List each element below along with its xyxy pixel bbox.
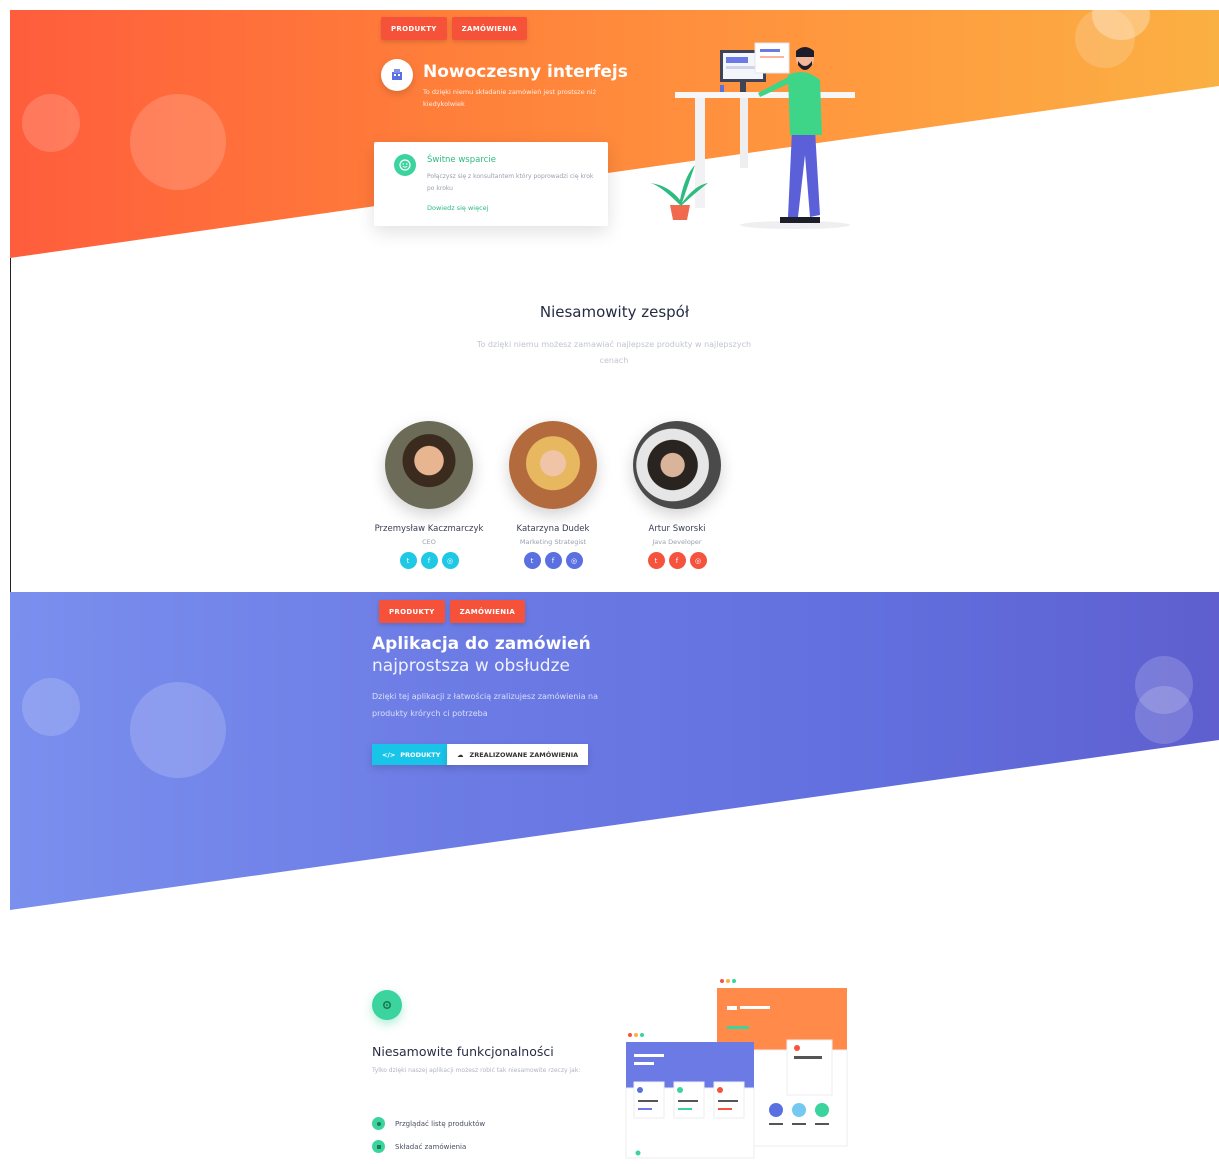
- hero-section-blue: PRODUKTY ZAMÓWIENIA Aplikacja do zamówie…: [10, 592, 1219, 1164]
- desk-person-illustration: [650, 42, 855, 229]
- feature-label: Składać zamówienia: [395, 1142, 467, 1151]
- avatar: [509, 421, 597, 509]
- support-card-title: Świtne wsparcie: [427, 155, 496, 165]
- feature-list-item: Przglądać listę produktów: [372, 1117, 485, 1130]
- team-member-card: Przemysław Kaczmarczyk CEO t f ◎: [369, 421, 489, 569]
- feature-list-item: Składać zamówienia: [372, 1140, 466, 1153]
- cloud-icon: ☁: [457, 750, 464, 759]
- avatar: [633, 421, 721, 509]
- completed-orders-button[interactable]: ☁ ZREALIZOWANE ZAMÓWIENIA: [447, 744, 589, 765]
- smile-icon: [394, 154, 416, 176]
- twitter-icon[interactable]: t: [399, 552, 417, 569]
- top-tabs: PRODUKTY ZAMÓWIENIA: [381, 17, 528, 40]
- building-icon: [381, 59, 413, 91]
- tab-products[interactable]: PRODUKTY: [379, 600, 445, 623]
- social-links: t f ◎: [369, 552, 489, 569]
- app-description: Dzięki tej aplikacji z łatwością zralizu…: [372, 692, 599, 718]
- hero-subtitle: To dzięki niemu składanie zamówień jest …: [423, 88, 596, 108]
- team-member-card: Artur Sworski Java Developer t f ◎: [617, 421, 737, 569]
- social-links: t f ◎: [493, 552, 613, 569]
- member-name: Katarzyna Dudek: [516, 524, 590, 534]
- code-icon: </>: [382, 750, 396, 759]
- completed-orders-button-label: ZREALIZOWANE ZAMÓWIENIA: [469, 750, 579, 759]
- app-title-line2: najprostsza w obsłudze: [372, 656, 570, 676]
- products-button[interactable]: </> PRODUKTY: [372, 744, 451, 765]
- tab-orders[interactable]: ZAMÓWIENIA: [451, 17, 528, 40]
- features-subtitle: Tylko dzięki naszej aplikacji możesz rob…: [372, 1067, 581, 1074]
- avatar: [385, 421, 473, 509]
- hero-section-orange: PRODUKTY ZAMÓWIENIA Nowoczesny interfejs…: [10, 10, 1219, 592]
- dribbble-icon[interactable]: ◎: [565, 552, 583, 569]
- member-role: Marketing Strategist: [519, 538, 587, 546]
- team-member-card: Katarzyna Dudek Marketing Strategist t f…: [493, 421, 613, 569]
- support-card-text: Połączysz się z konsultantem który popro…: [427, 173, 594, 192]
- app-screens-illustration: [625, 979, 848, 1159]
- twitter-icon[interactable]: t: [647, 552, 665, 569]
- facebook-icon[interactable]: f: [668, 552, 686, 569]
- decor-circle: [1135, 686, 1193, 744]
- team-subtitle: To dzięki niemu możesz zamawiać najlepsz…: [476, 340, 752, 365]
- hero-title: Nowoczesny interfejs: [423, 62, 628, 82]
- check-icon: [372, 1140, 385, 1153]
- social-links: t f ◎: [617, 552, 737, 569]
- dribbble-icon[interactable]: ◎: [441, 552, 459, 569]
- team-title: Niesamowity zespół: [539, 303, 690, 321]
- features-title: Niesamowite funkcjonalności: [372, 1044, 554, 1059]
- support-card: Świtne wsparcie Połączysz się z konsulta…: [374, 142, 608, 226]
- tab-products[interactable]: PRODUKTY: [381, 17, 447, 40]
- decor-circle: [130, 94, 226, 190]
- facebook-icon[interactable]: f: [544, 552, 562, 569]
- member-name: Artur Sworski: [648, 524, 706, 534]
- feature-label: Przglądać listę produktów: [395, 1119, 486, 1128]
- tab-orders[interactable]: ZAMÓWIENIA: [449, 600, 526, 623]
- member-role: CEO: [422, 538, 436, 546]
- products-button-label: PRODUKTY: [400, 750, 441, 759]
- top-tabs: PRODUKTY ZAMÓWIENIA: [379, 600, 526, 623]
- gear-icon: [372, 990, 402, 1020]
- member-role: Java Developer: [652, 538, 702, 546]
- twitter-icon[interactable]: t: [523, 552, 541, 569]
- member-name: Przemysław Kaczmarczyk: [374, 524, 484, 534]
- decor-circle: [130, 682, 226, 778]
- facebook-icon[interactable]: f: [420, 552, 438, 569]
- decor-circle: [22, 678, 80, 736]
- learn-more-link[interactable]: Dowiedz się więcej: [427, 204, 488, 212]
- dribbble-icon[interactable]: ◎: [689, 552, 707, 569]
- app-title: Aplikacja do zamówień: [372, 634, 591, 654]
- decor-circle: [22, 94, 80, 152]
- check-icon: [372, 1117, 385, 1130]
